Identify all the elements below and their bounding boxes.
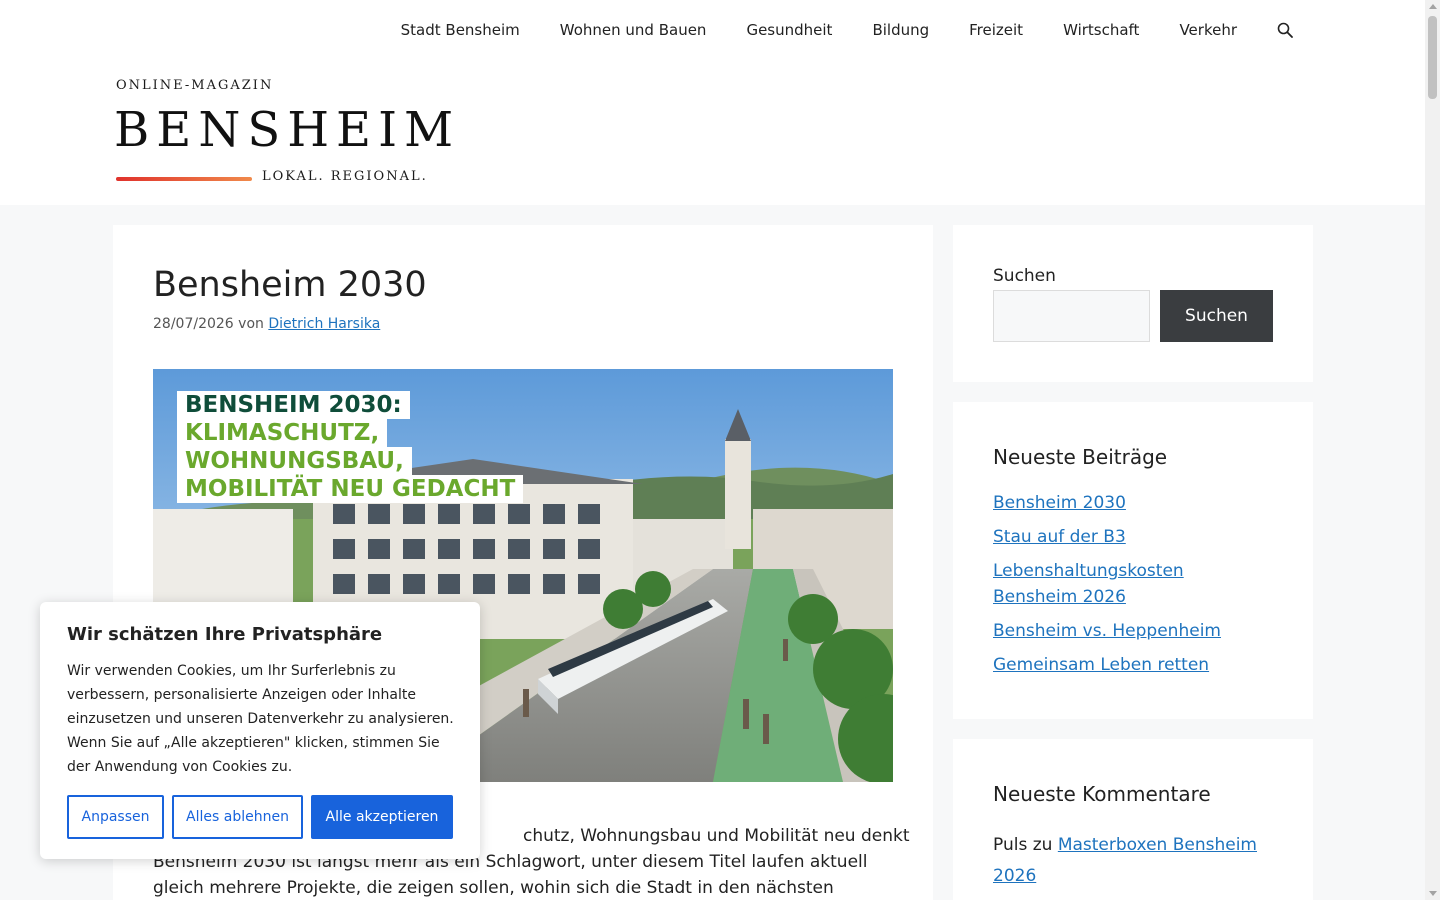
recent-posts-list: Bensheim 2030 Stau auf der B3 Lebenshalt…: [993, 490, 1253, 686]
search-input[interactable]: [993, 290, 1150, 342]
page-scrollbar[interactable]: [1425, 0, 1440, 900]
nav-item-verkehr[interactable]: Verkehr: [1159, 21, 1257, 39]
hero-headline: BENSHEIM 2030: KLIMASCHUTZ, WOHNUNGSBAU,…: [177, 391, 524, 503]
recent-comments-title: Neueste Kommentare: [993, 782, 1211, 806]
nav-item-freizeit[interactable]: Freizeit: [949, 21, 1043, 39]
search-widget: Suchen Suchen: [953, 225, 1313, 382]
cookie-consent-banner: Wir schätzen Ihre Privatsphäre Wir verwe…: [40, 602, 480, 859]
site-header: Stadt Bensheim Wohnen und Bauen Gesundhe…: [0, 0, 1425, 205]
search-button[interactable]: Suchen: [1160, 290, 1273, 342]
recent-post-link[interactable]: Stau auf der B3: [993, 527, 1126, 547]
cookie-accept-button[interactable]: Alle akzeptieren: [311, 795, 453, 839]
article-title: Bensheim 2030: [153, 265, 427, 305]
nav-item-stadt-bensheim[interactable]: Stadt Bensheim: [381, 21, 540, 39]
comment-connector: zu: [1032, 835, 1053, 855]
article-date: 28/07/2026: [153, 316, 234, 332]
logo-tagline-top: ONLINE-MAGAZIN: [116, 78, 274, 93]
article-meta: 28/07/2026 von Dietrich Harsika: [153, 316, 380, 332]
hero-headline-line-1: BENSHEIM 2030:: [177, 391, 410, 419]
search-icon[interactable]: [1257, 20, 1293, 40]
recent-post-link[interactable]: Bensheim 2030: [993, 493, 1126, 513]
recent-comment: Puls zu Masterboxen Bensheim 2026: [993, 830, 1273, 892]
list-item: Bensheim 2030: [993, 490, 1253, 516]
recent-posts-title: Neueste Beiträge: [993, 445, 1168, 469]
recent-posts-widget: Neueste Beiträge Bensheim 2030 Stau auf …: [953, 402, 1313, 719]
article-author-link[interactable]: Dietrich Harsika: [268, 316, 380, 332]
main-navigation: Stadt Bensheim Wohnen und Bauen Gesundhe…: [381, 0, 1293, 60]
site-logo[interactable]: ONLINE-MAGAZIN BENSHEIM LOKAL. REGIONAL.: [114, 78, 453, 188]
scroll-down-arrow-icon[interactable]: [1429, 891, 1437, 896]
article-by: von: [238, 316, 264, 332]
scrollbar-thumb[interactable]: [1428, 16, 1437, 99]
list-item: Lebenshaltungskosten Bensheim 2026: [993, 558, 1253, 610]
scroll-up-arrow-icon[interactable]: [1429, 4, 1437, 9]
logo-tagline-bottom: LOKAL. REGIONAL.: [262, 169, 428, 184]
logo-accent-bar: [116, 177, 252, 181]
recent-comments-widget: Neueste Kommentare Puls zu Masterboxen B…: [953, 739, 1313, 900]
nav-item-bildung[interactable]: Bildung: [852, 21, 949, 39]
cookie-text: Wir verwenden Cookies, um Ihr Surferlebn…: [67, 663, 454, 775]
recent-post-link[interactable]: Bensheim vs. Heppenheim: [993, 621, 1221, 641]
recent-post-link[interactable]: Gemeinsam Leben retten: [993, 655, 1209, 675]
list-item: Stau auf der B3: [993, 524, 1253, 550]
cookie-title: Wir schätzen Ihre Privatsphäre: [67, 624, 383, 645]
hero-headline-line-3: WOHNUNGSBAU,: [177, 447, 412, 475]
comment-author: Puls: [993, 835, 1028, 855]
nav-item-gesundheit[interactable]: Gesundheit: [726, 21, 852, 39]
article-paragraph-line: gleich mehrere Projekte, die zeigen soll…: [153, 878, 834, 898]
hero-headline-line-2: KLIMASCHUTZ,: [177, 419, 388, 447]
logo-wordmark: BENSHEIM: [114, 102, 461, 158]
nav-item-wohnen-und-bauen[interactable]: Wohnen und Bauen: [540, 21, 727, 39]
nav-item-wirtschaft[interactable]: Wirtschaft: [1043, 21, 1159, 39]
hero-headline-line-4: MOBILITÄT NEU GEDACHT: [177, 475, 524, 503]
recent-post-link[interactable]: Lebenshaltungskosten Bensheim 2026: [993, 561, 1184, 607]
cookie-reject-button[interactable]: Alles ablehnen: [172, 795, 303, 839]
cookie-customize-button[interactable]: Anpassen: [67, 795, 164, 839]
list-item: Gemeinsam Leben retten: [993, 652, 1253, 678]
search-label: Suchen: [993, 266, 1056, 286]
list-item: Bensheim vs. Heppenheim: [993, 618, 1253, 644]
